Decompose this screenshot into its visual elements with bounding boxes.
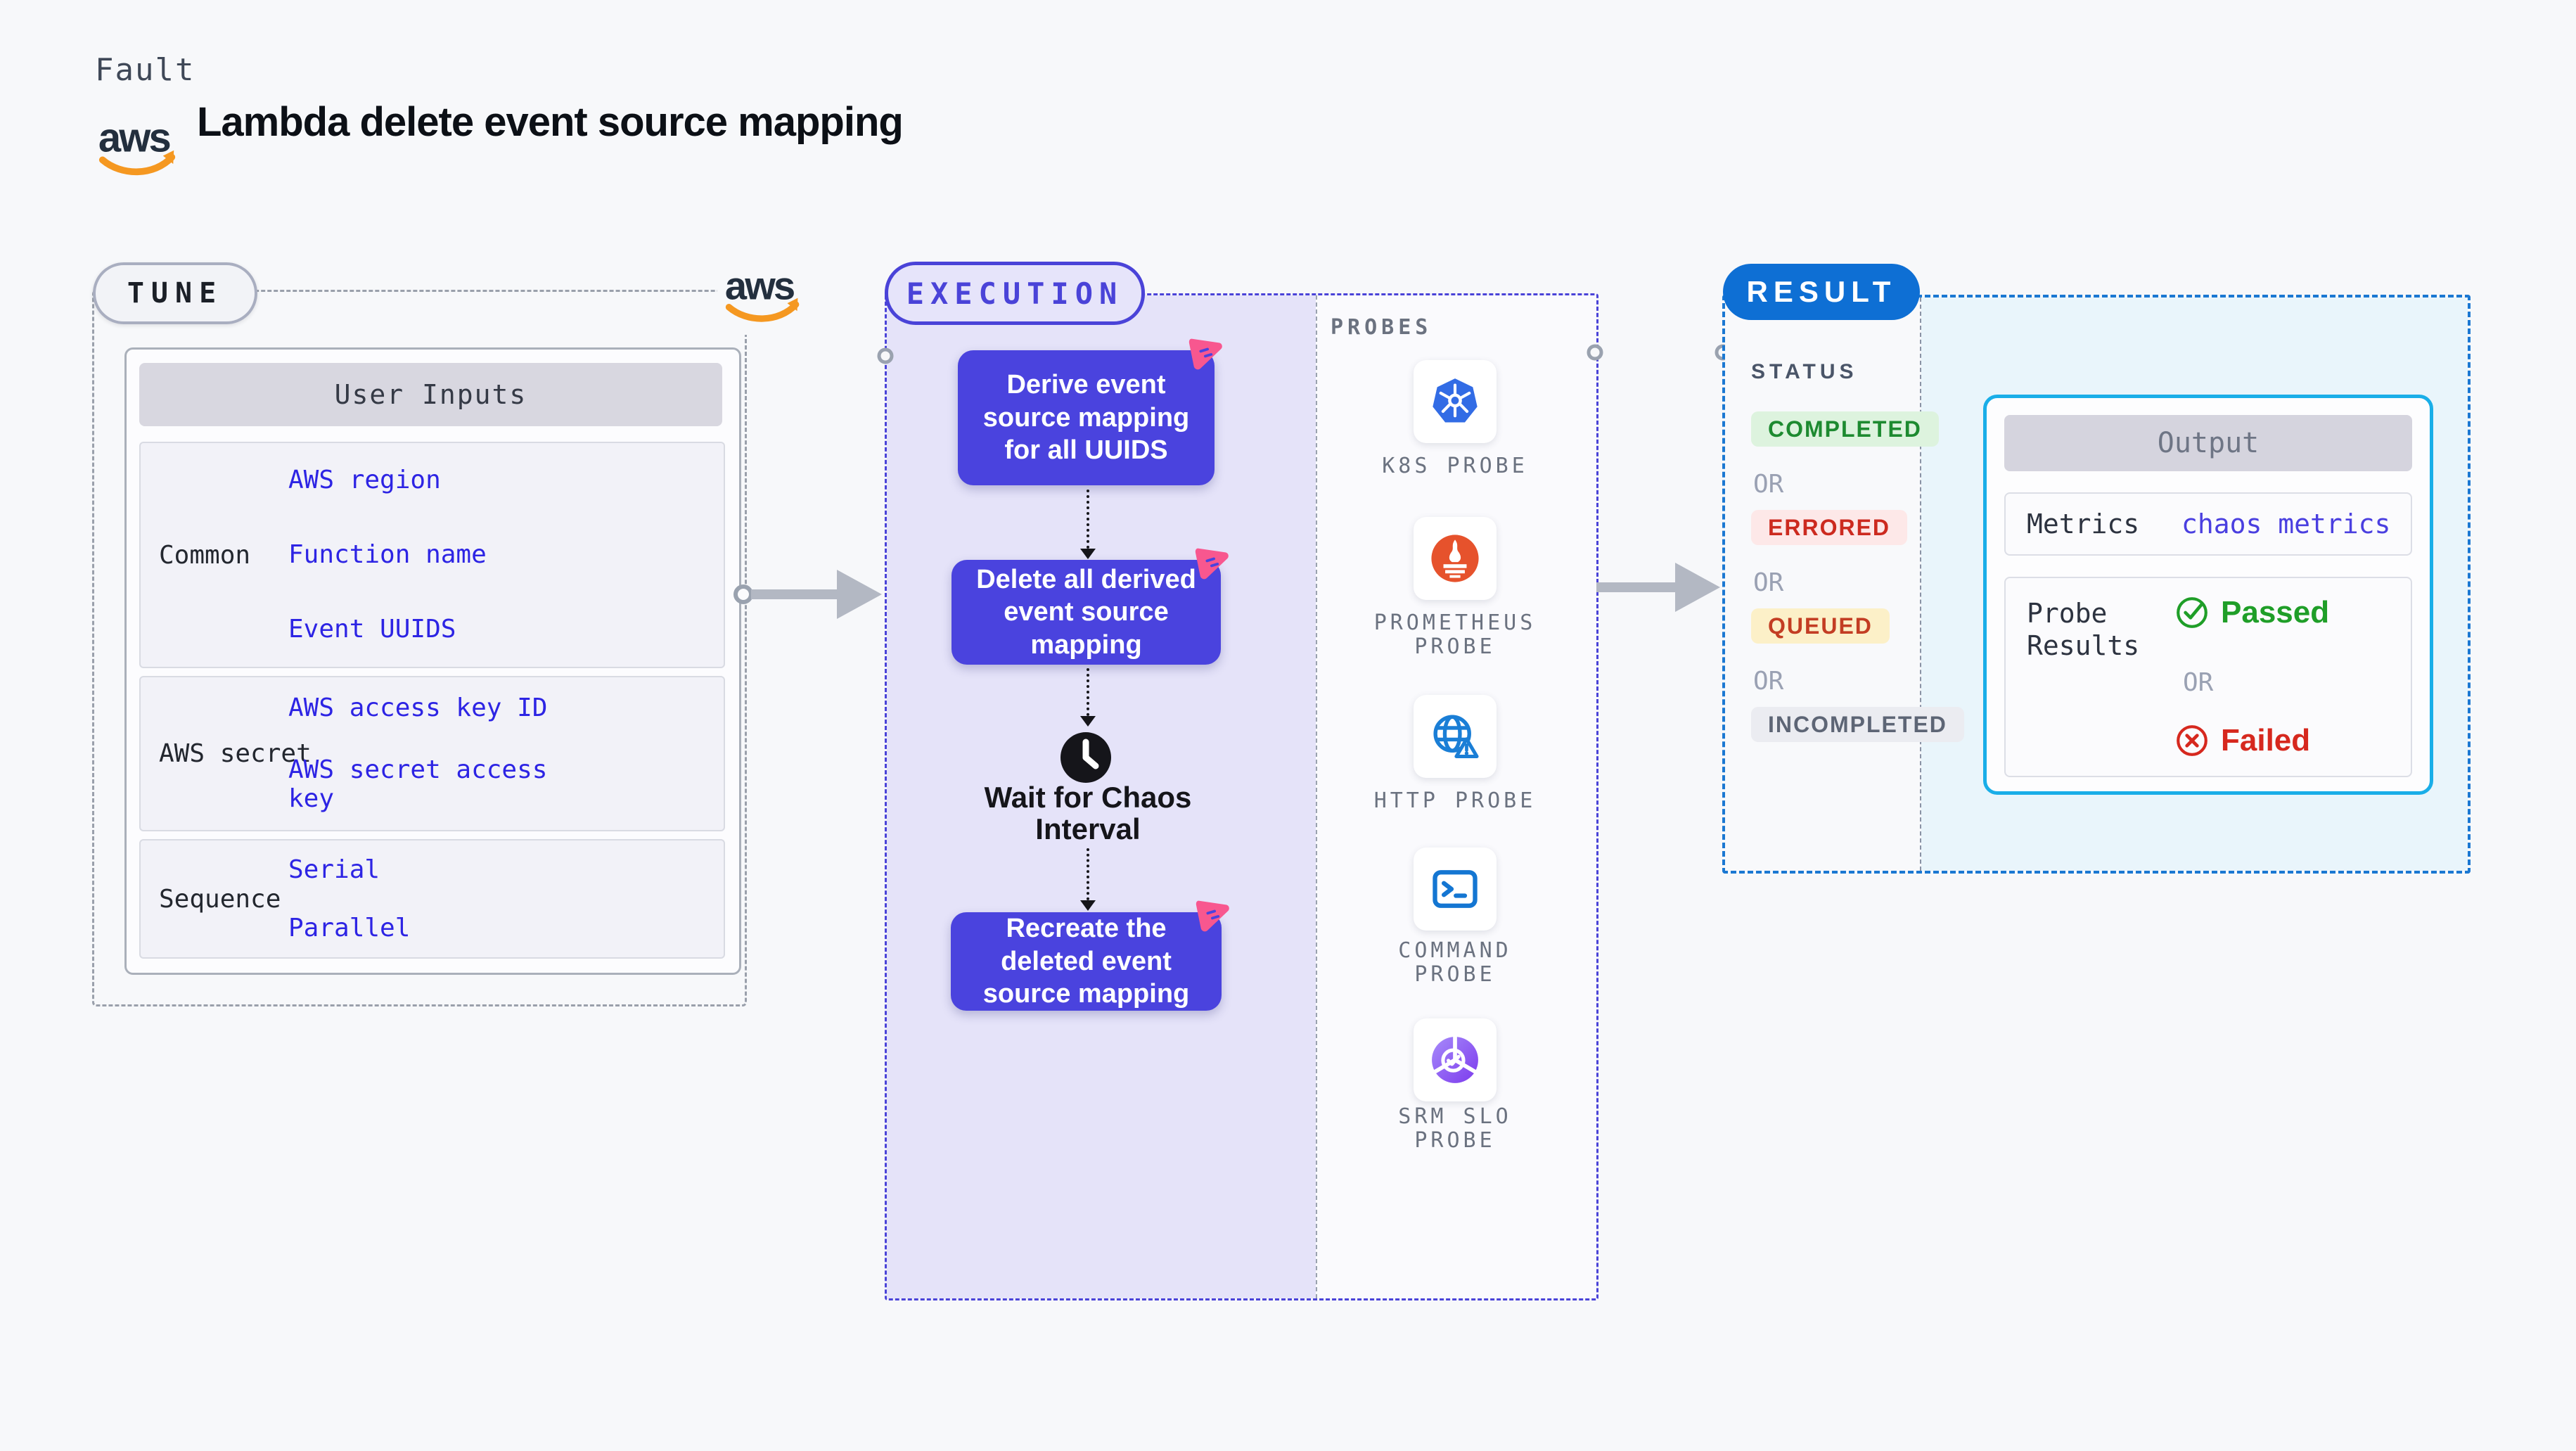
pin-icon [1196, 900, 1229, 932]
row-values: Serial Parallel [288, 840, 584, 957]
terminal-icon [1433, 870, 1478, 908]
step-derive-event-source-mapping: Derive event source mapping for all UUID… [958, 338, 1222, 485]
tune-badge: TUNE [93, 262, 257, 324]
table-row-common: Common AWS region Function name Event UU… [139, 442, 725, 668]
probe-results-label: Probe Results [2027, 598, 2140, 661]
pin-icon [1188, 338, 1222, 370]
row-values: AWS region Function name Event UUIDS [288, 443, 584, 667]
flow-arrowhead-icon [1080, 549, 1096, 559]
passed-result: Passed [2174, 595, 2329, 630]
srm-slo-probe-card [1414, 1018, 1497, 1101]
metrics-label: Metrics [2027, 509, 2140, 539]
probe-label: HTTP PROBE [1373, 788, 1537, 813]
aws-logo-icon: aws [717, 253, 809, 335]
or-separator: OR [2183, 668, 2214, 697]
flow-connector [1087, 668, 1089, 716]
aws-logo-icon: aws [97, 110, 179, 183]
step-recreate-event-source-mapping: Recreate the deleted event source mappin… [951, 900, 1229, 1011]
srm-slo-icon [1432, 1036, 1478, 1083]
input-link-function-name[interactable]: Function name [288, 540, 584, 569]
execution-badge: EXECUTION [885, 262, 1145, 325]
table-row-aws-secret: AWS secret AWS access key ID AWS secret … [139, 676, 725, 831]
failed-result: Failed [2174, 723, 2310, 758]
fault-kicker: Fault [95, 52, 196, 88]
clock-icon [1058, 730, 1113, 788]
step-label: Derive event source mapping for all UUID… [982, 370, 1190, 466]
status-badge-completed: COMPLETED [1751, 411, 1939, 447]
row-label: Common [159, 540, 251, 570]
prometheus-probe-card [1414, 517, 1497, 600]
pin-icon [1195, 548, 1229, 580]
flow-arrowhead-icon [1080, 900, 1096, 911]
probe-label: COMMAND PROBE [1398, 938, 1512, 987]
arrow-execution-to-result-icon [1591, 556, 1724, 619]
or-separator: OR [1753, 667, 1784, 696]
check-circle-icon [2177, 597, 2207, 628]
http-globe-icon [1433, 715, 1479, 759]
flow-arrowhead-icon [1080, 716, 1096, 727]
svg-text:aws: aws [98, 115, 170, 161]
k8s-probe-card [1414, 360, 1497, 443]
page-title: Lambda delete event source mapping [197, 99, 904, 145]
flow-connector [1087, 490, 1089, 549]
input-link-aws-region[interactable]: AWS region [288, 466, 584, 494]
wait-for-chaos-interval-label: Wait for Chaos Interval [984, 781, 1192, 845]
row-label: Sequence [159, 884, 281, 914]
arrow-tune-to-execution-icon [731, 563, 886, 626]
output-header: Output [2004, 415, 2412, 471]
input-link-event-uuids[interactable]: Event UUIDS [288, 615, 584, 644]
step-delete-event-source-mapping: Delete all derived event source mapping [951, 548, 1229, 665]
status-title: STATUS [1751, 360, 1858, 383]
svg-text:aws: aws [725, 263, 794, 307]
passed-label: Passed [2221, 595, 2330, 629]
probe-label: PROMETHEUS PROBE [1373, 611, 1537, 659]
status-badge-queued: QUEUED [1751, 608, 1890, 644]
failed-label: Failed [2221, 723, 2311, 758]
kubernetes-icon [1433, 378, 1478, 423]
row-values: AWS access key ID AWS secret access key [288, 677, 570, 830]
probe-label: SRM SLO PROBE [1398, 1104, 1512, 1153]
prometheus-icon [1431, 535, 1479, 582]
user-inputs-header: User Inputs [139, 363, 722, 426]
or-separator: OR [1753, 568, 1784, 597]
result-badge: RESULT [1723, 264, 1920, 320]
probe-label: K8S PROBE [1382, 454, 1528, 478]
step-label: Delete all derived event source mapping [976, 564, 1196, 660]
probe-results-row: Probe Results Passed OR Failed [2004, 577, 2412, 777]
status-badge-incompleted: INCOMPLETED [1751, 707, 1964, 742]
metrics-row: Metrics chaos metrics [2004, 492, 2412, 556]
http-probe-card [1414, 695, 1497, 778]
connector-dot [1586, 343, 1604, 365]
input-link-access-key-id[interactable]: AWS access key ID [288, 693, 570, 722]
x-circle-icon [2177, 725, 2207, 756]
input-link-serial[interactable]: Serial [288, 855, 584, 884]
command-probe-card [1414, 848, 1497, 931]
status-badge-errored: ERRORED [1751, 510, 1908, 545]
connector-dot [876, 347, 895, 369]
table-row-sequence: Sequence Serial Parallel [139, 839, 725, 959]
flow-connector [1087, 848, 1089, 900]
probes-title: PROBES [1331, 315, 1433, 340]
input-link-secret-access-key[interactable]: AWS secret access key [288, 755, 570, 814]
chaos-metrics-link[interactable]: chaos metrics [2181, 509, 2390, 539]
step-label: Recreate the deleted event source mappin… [982, 914, 1190, 1009]
or-separator: OR [1753, 470, 1784, 499]
input-link-parallel[interactable]: Parallel [288, 914, 584, 942]
